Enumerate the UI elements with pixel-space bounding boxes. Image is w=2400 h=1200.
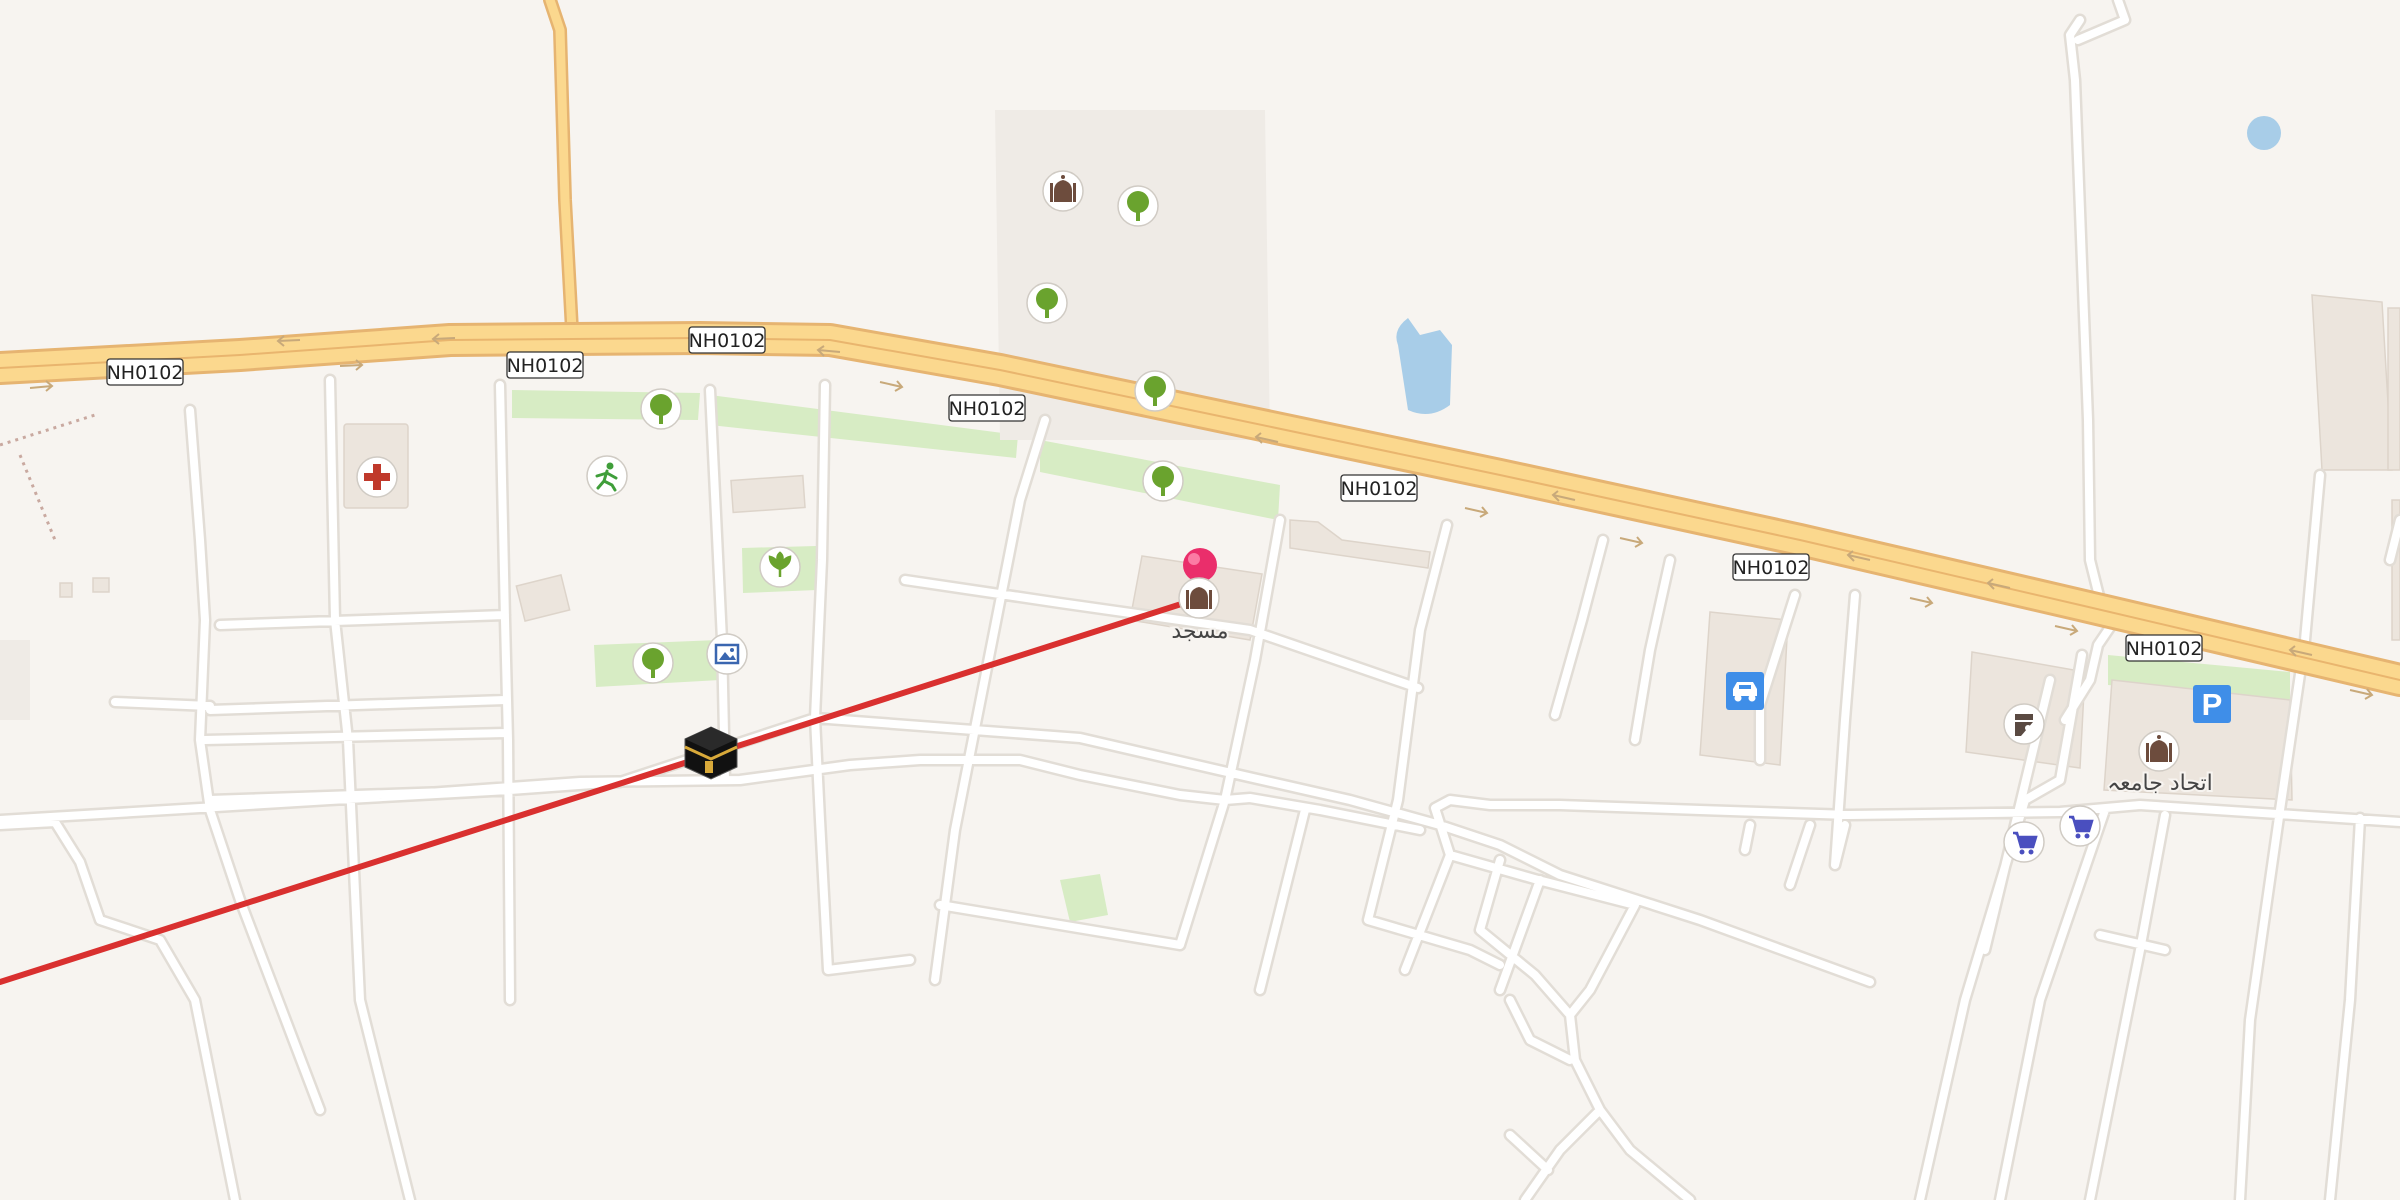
shopping-cart-icon[interactable] [2003, 821, 2045, 863]
road-label-text: NH0102 [1733, 557, 1810, 579]
svg-text:P: P [2202, 687, 2223, 722]
mosque-icon[interactable] [1178, 577, 1220, 619]
car-dealer-icon[interactable] [1726, 672, 1764, 710]
road-label: NH0102 [1340, 474, 1418, 502]
garden-icon[interactable] [759, 546, 801, 588]
road-label-text: NH0102 [689, 330, 766, 352]
tree-icon[interactable] [1134, 370, 1176, 412]
tree-icon[interactable] [632, 642, 674, 684]
road-label-text: NH0102 [949, 398, 1026, 420]
tree-icon[interactable] [640, 388, 682, 430]
road-label-text: NH0102 [2126, 638, 2203, 660]
road-label: NH0102 [1732, 553, 1810, 581]
road-label: NH0102 [688, 326, 766, 354]
jamia-mosque-label: اتحاد جامعہ [2107, 771, 2213, 796]
shopping-cart-icon[interactable] [2059, 805, 2101, 847]
mosque-label: مسجد [1171, 619, 1228, 644]
toilets-icon[interactable] [2003, 703, 2045, 745]
road-label: NH0102 [106, 358, 184, 386]
road-label: NH0102 [948, 394, 1026, 422]
mosque-icon[interactable] [1042, 170, 1084, 212]
tree-icon[interactable] [1142, 460, 1184, 502]
map-canvas[interactable]: NH0102 NH0102 NH0102 NH0102 NH0102 NH010… [0, 0, 2400, 1200]
tree-icon[interactable] [1026, 282, 1068, 324]
tree-icon[interactable] [1117, 185, 1159, 227]
road-label: NH0102 [506, 351, 584, 379]
sports-icon[interactable] [586, 455, 628, 497]
road-label-text: NH0102 [107, 362, 184, 384]
road-label-text: NH0102 [1341, 478, 1418, 500]
hospital-icon[interactable] [356, 456, 398, 498]
mosque-icon[interactable] [2138, 730, 2180, 772]
road-label-text: NH0102 [507, 355, 584, 377]
gallery-icon[interactable] [706, 633, 748, 675]
road-label: NH0102 [2125, 634, 2203, 662]
parking-icon[interactable]: P [2193, 685, 2231, 723]
